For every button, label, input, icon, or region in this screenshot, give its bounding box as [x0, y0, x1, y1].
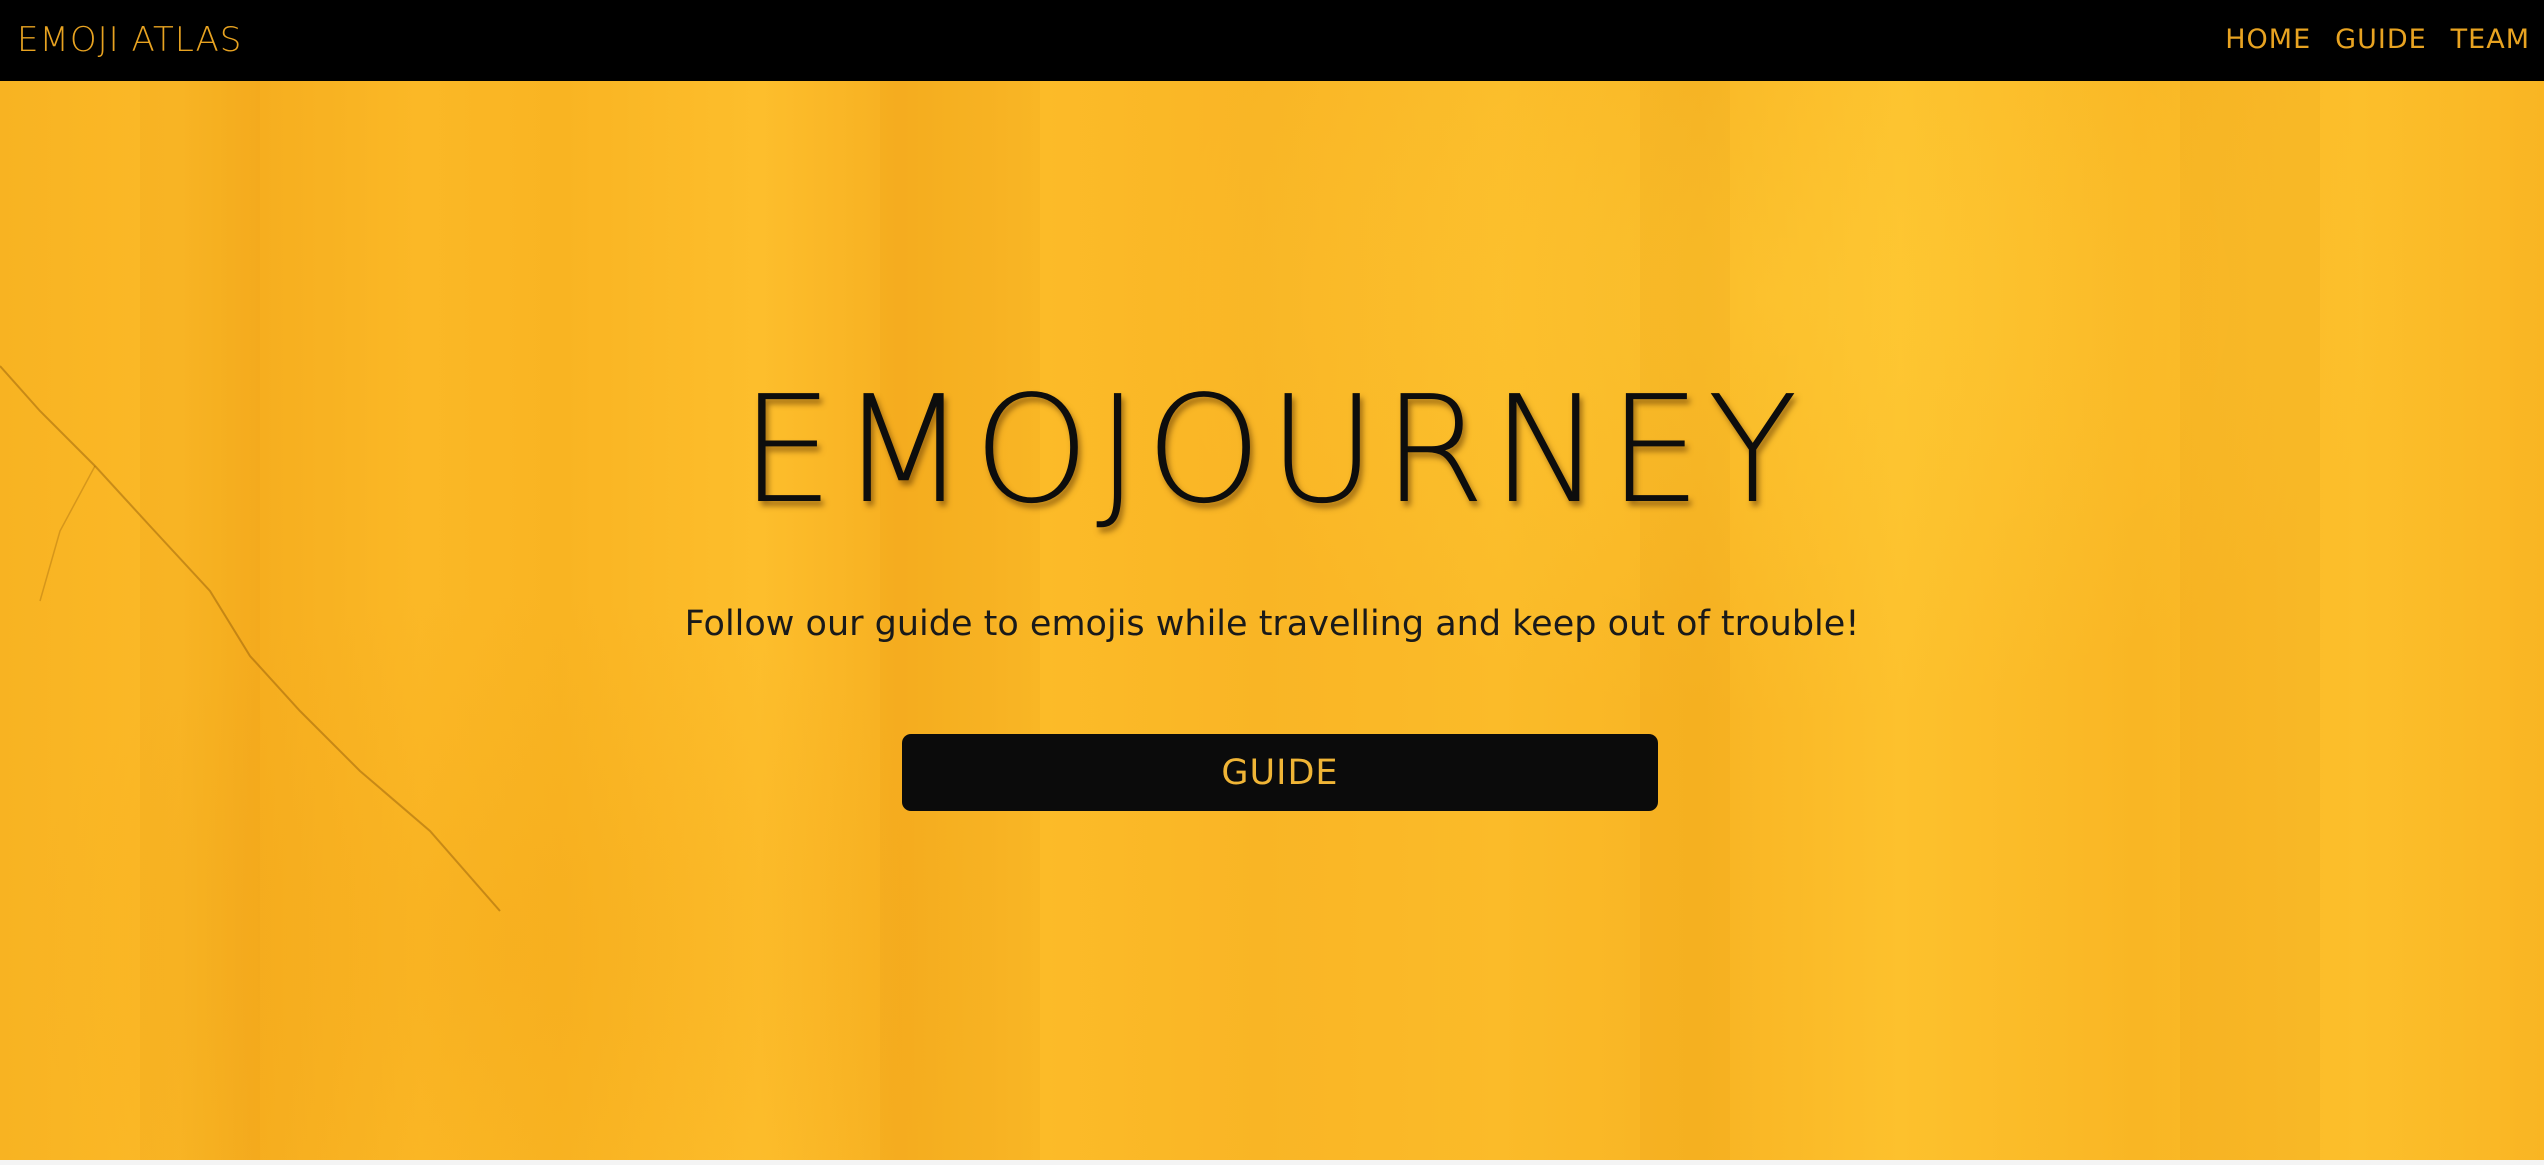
nav-link-home[interactable]: HOME [2225, 20, 2311, 60]
page: EMOJI ATLAS HOME GUIDE TEAM EMOJOURNEY F… [0, 0, 2544, 1165]
hero-section: EMOJOURNEY Follow our guide to emojis wh… [0, 81, 2544, 1160]
hero-title: EMOJOURNEY [740, 364, 1804, 536]
nav-link-team[interactable]: TEAM [2451, 20, 2530, 60]
nav-links: HOME GUIDE TEAM [2225, 20, 2530, 60]
brand-logo-link[interactable]: EMOJI ATLAS [17, 18, 242, 62]
hero-subtitle: Follow our guide to emojis while travell… [684, 604, 1860, 644]
page-bottom-edge [0, 1160, 2544, 1165]
guide-button[interactable]: GUIDE [902, 734, 1658, 811]
top-navbar: EMOJI ATLAS HOME GUIDE TEAM [0, 0, 2544, 81]
nav-link-guide[interactable]: GUIDE [2335, 20, 2427, 60]
